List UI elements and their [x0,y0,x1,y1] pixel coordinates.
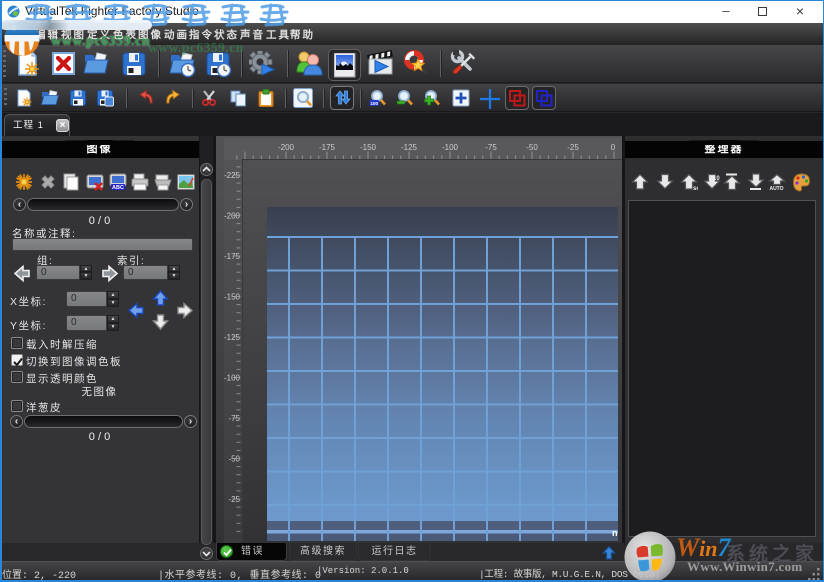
svg-text:10: 10 [713,176,720,182]
svg-text:AUTO: AUTO [769,186,783,191]
svg-text:ABC: ABC [112,185,124,191]
svg-text:100: 100 [370,101,378,106]
svg-text:so: so [693,186,698,191]
